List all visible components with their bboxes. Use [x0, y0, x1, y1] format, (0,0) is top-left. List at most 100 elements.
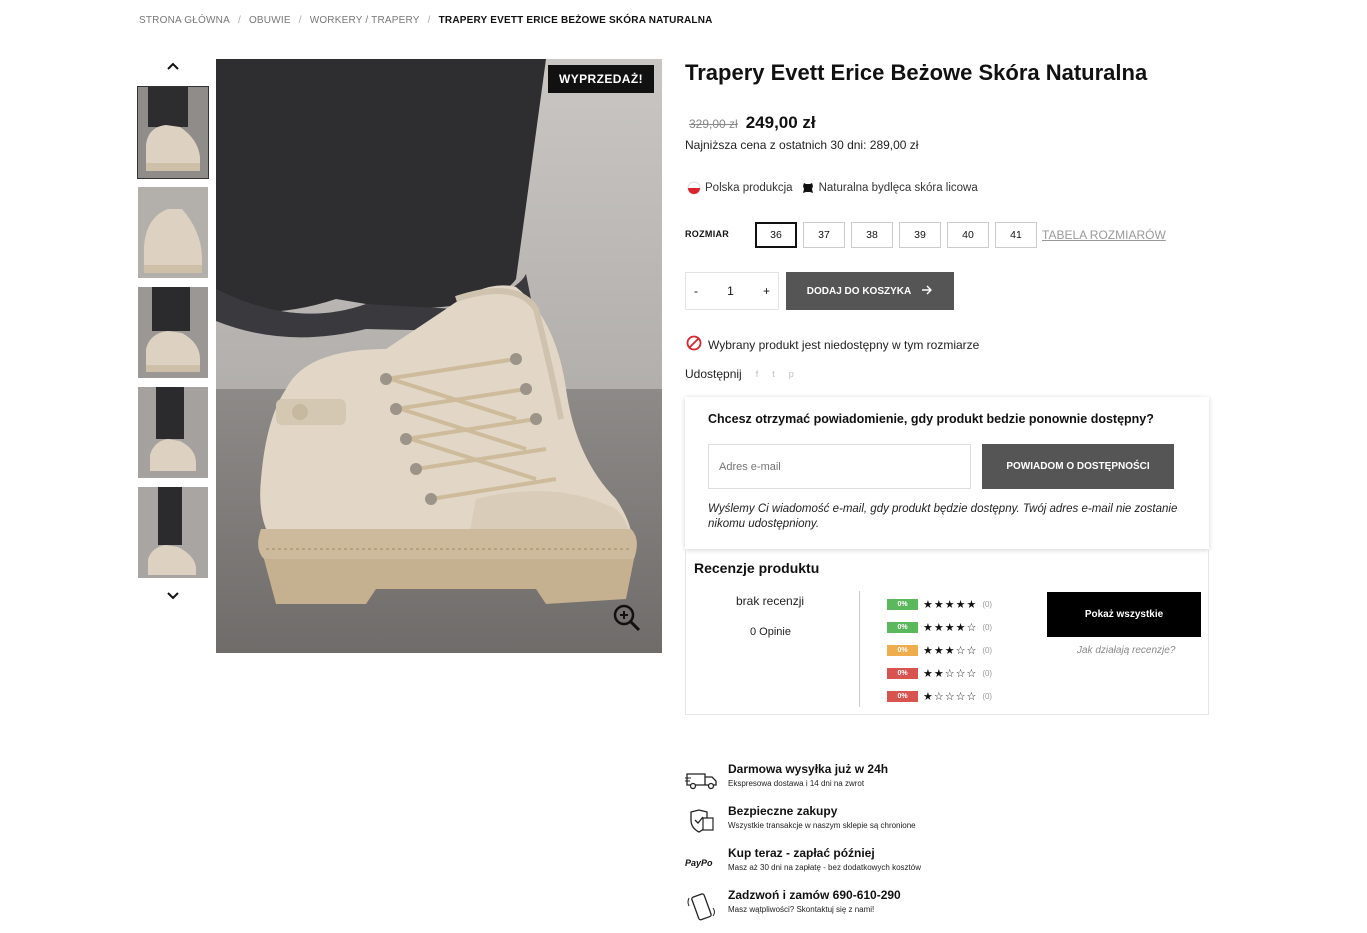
- main-product-image[interactable]: WYPRZEDAŻ!: [216, 59, 662, 653]
- facebook-icon[interactable]: f: [756, 369, 759, 379]
- reviews-title: Recenzje produktu: [694, 560, 820, 576]
- quantity-decrease-button[interactable]: -: [694, 284, 698, 298]
- paypo-icon-text: PayPo: [685, 858, 713, 868]
- rating-count: (0): [982, 600, 993, 609]
- show-all-reviews-button[interactable]: Pokaż wszystkie: [1047, 592, 1201, 637]
- rating-row: 0% ★★★★☆ (0): [887, 616, 992, 639]
- rating-row: 0% ★★☆☆☆ (0): [887, 662, 992, 685]
- rating-percent-badge: 0%: [887, 645, 918, 656]
- notify-question: Chcesz otrzymać powiadomienie, gdy produ…: [708, 412, 1154, 426]
- rating-row: 0% ★★★★★ (0): [887, 593, 992, 616]
- badge-polish-production: Polska produkcja: [705, 182, 793, 194]
- pinterest-icon[interactable]: p: [789, 369, 794, 379]
- add-to-cart-button[interactable]: DODAJ DO KOSZYKA: [786, 272, 954, 310]
- rating-percent-badge: 0%: [887, 599, 918, 610]
- size-selector: 36 37 38 39 40 41: [755, 222, 1037, 248]
- share-label: Udostępnij: [685, 367, 742, 381]
- arrow-right-icon: [921, 285, 933, 298]
- thumbnail-2[interactable]: [138, 187, 208, 278]
- rating-count: (0): [982, 669, 993, 678]
- star-rating-icon: ★★★☆☆: [923, 645, 978, 657]
- size-table-link[interactable]: TABELA ROZMIARÓW: [1042, 228, 1166, 242]
- old-price: 329,00 zł: [689, 117, 738, 131]
- no-reviews-text: brak recenzji: [736, 594, 805, 608]
- feature-subtitle: Masz wątpliwości? Skontaktuj się z nami!: [728, 905, 875, 914]
- rating-count: (0): [982, 623, 993, 632]
- feature-subtitle: Ekspresowa dostawa i 14 dni na zwrot: [728, 779, 865, 788]
- size-option-40[interactable]: 40: [947, 222, 989, 248]
- thumbnail-3[interactable]: [138, 287, 208, 378]
- rating-percent-badge: 0%: [887, 668, 918, 679]
- how-reviews-work-link[interactable]: Jak działają recenzje?: [1077, 645, 1175, 656]
- opinions-count: 0 Opinie: [750, 626, 791, 638]
- product-title: Trapery Evett Erice Beżowe Skóra Natural…: [685, 60, 1148, 85]
- chevron-up-icon[interactable]: [164, 58, 182, 76]
- product-badges: Polska produkcja Naturalna bydlęca skóra…: [687, 181, 978, 195]
- paypo-icon: PayPo: [685, 850, 719, 876]
- leather-hide-icon: [801, 181, 815, 195]
- quantity-increase-button[interactable]: +: [763, 284, 770, 298]
- thumbnail-1[interactable]: [137, 86, 209, 179]
- feature-subtitle: Wszystkie transakcje w naszym sklepie są…: [728, 821, 916, 830]
- email-field[interactable]: [708, 444, 971, 489]
- notify-button[interactable]: POWIADOM O DOSTĘPNOŚCI: [982, 444, 1174, 489]
- chevron-down-icon[interactable]: [164, 588, 182, 606]
- star-rating-icon: ★★☆☆☆: [923, 668, 978, 680]
- breadcrumb-home[interactable]: STRONA GŁÓWNA: [139, 15, 230, 26]
- secure-shield-icon: [685, 808, 719, 834]
- feature-free-shipping: Darmowa wysyłka już w 24h Ekspresowa dos…: [685, 762, 985, 798]
- notify-availability-box: Chcesz otrzymać powiadomienie, gdy produ…: [685, 397, 1209, 549]
- share-row: Udostępnij f t p: [685, 367, 794, 381]
- availability-text: Wybrany produkt jest niedostępny w tym r…: [708, 337, 980, 352]
- quantity-value[interactable]: 1: [727, 284, 734, 298]
- rating-count: (0): [982, 692, 993, 701]
- breadcrumb-separator: /: [427, 15, 431, 26]
- thumbnail-4[interactable]: [138, 387, 208, 478]
- size-option-37[interactable]: 37: [803, 222, 845, 248]
- star-rating-icon: ★★★★☆: [923, 622, 978, 634]
- size-option-41[interactable]: 41: [995, 222, 1037, 248]
- breadcrumb-shoes[interactable]: OBUWIE: [249, 15, 291, 26]
- breadcrumb-separator: /: [298, 15, 302, 26]
- feature-title: Bezpieczne zakupy: [728, 804, 838, 818]
- availability-notice: Wybrany produkt jest niedostępny w tym r…: [686, 335, 979, 354]
- feature-subtitle: Masz aż 30 dni na zapłatę - bez dodatkow…: [728, 863, 921, 872]
- truck-icon: [685, 766, 719, 792]
- feature-pay-later: PayPo Kup teraz - zapłać później Masz aż…: [685, 846, 985, 882]
- feature-title: Zadzwoń i zamów 690-610-290: [728, 888, 901, 902]
- reviews-divider: [859, 591, 860, 707]
- size-option-38[interactable]: 38: [851, 222, 893, 248]
- breadcrumb-workers[interactable]: WORKERY / TRAPERY: [310, 15, 420, 26]
- breadcrumb-separator: /: [237, 15, 241, 26]
- feature-phone-order: Zadzwoń i zamów 690-610-290 Masz wątpliw…: [685, 888, 985, 924]
- feature-title: Kup teraz - zapłać później: [728, 846, 875, 860]
- twitter-icon[interactable]: t: [772, 369, 775, 379]
- size-label: ROZMIAR: [685, 229, 730, 239]
- feature-secure-shopping: Bezpieczne zakupy Wszystkie transakcje w…: [685, 804, 985, 840]
- rating-breakdown: 0% ★★★★★ (0) 0% ★★★★☆ (0) 0% ★★★☆☆ (0) 0% ★★☆☆☆ (0)…: [887, 593, 992, 708]
- unavailable-icon: [686, 335, 702, 354]
- rating-percent-badge: 0%: [887, 622, 918, 633]
- quantity-stepper: - 1 +: [685, 272, 779, 310]
- boot-photo: [216, 59, 662, 653]
- price-row: 329,00 zł 249,00 zł: [689, 113, 816, 133]
- feature-title: Darmowa wysyłka już w 24h: [728, 762, 889, 776]
- sale-badge: WYPRZEDAŻ!: [548, 65, 654, 93]
- polish-flag-icon: [687, 181, 701, 195]
- star-rating-icon: ★★★★★: [923, 599, 978, 611]
- rating-row: 0% ★☆☆☆☆ (0): [887, 685, 992, 708]
- thumbnail-5[interactable]: [138, 487, 208, 578]
- current-price: 249,00 zł: [745, 113, 816, 132]
- star-rating-icon: ★☆☆☆☆: [923, 691, 978, 703]
- product-reviews: Recenzje produktu brak recenzji 0 Opinie…: [685, 549, 1209, 715]
- badge-natural-leather: Naturalna bydlęca skóra licowa: [818, 182, 978, 194]
- zoom-in-icon[interactable]: [612, 603, 642, 633]
- phone-icon: [685, 892, 719, 921]
- lowest-price-info: Najniższa cena z ostatnich 30 dni: 289,0…: [685, 138, 919, 152]
- notify-info-text: Wyślemy Ci wiadomość e-mail, gdy produkt…: [708, 503, 1178, 530]
- rating-percent-badge: 0%: [887, 691, 918, 702]
- add-to-cart-label: DODAJ DO KOSZYKA: [806, 285, 912, 297]
- size-option-39[interactable]: 39: [899, 222, 941, 248]
- size-option-36[interactable]: 36: [755, 222, 797, 248]
- rating-count: (0): [982, 646, 993, 655]
